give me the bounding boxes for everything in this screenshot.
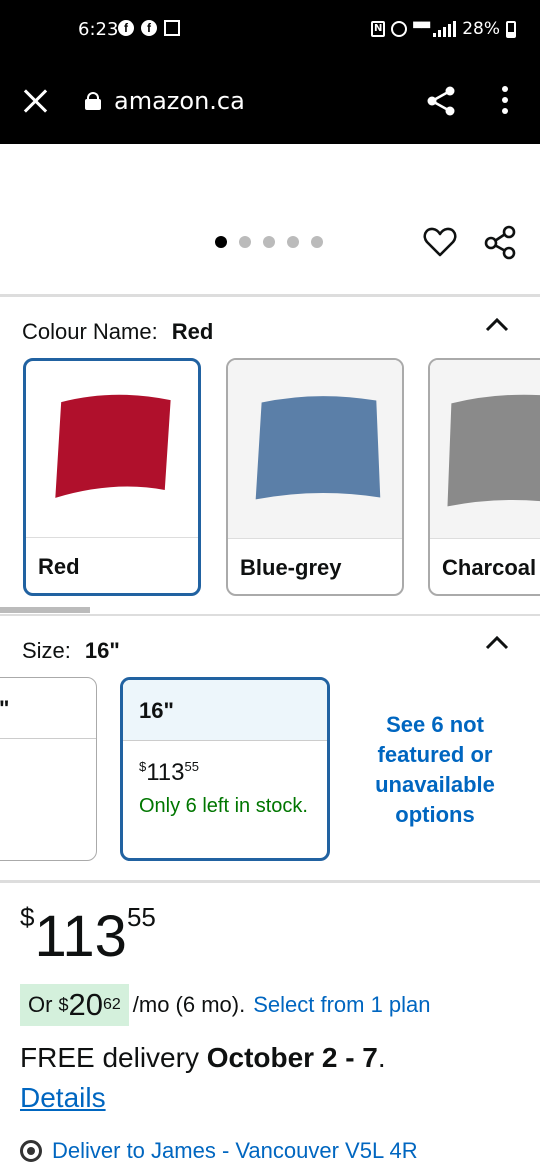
size-selected-value: 16" <box>84 638 120 663</box>
colour-option-label: Charcoal <box>430 538 540 594</box>
status-right-icons: N ▀▀ 28% <box>371 19 516 39</box>
product-image-charcoal <box>430 360 540 538</box>
status-bar: 6:23 f f N ▀▀ 28% <box>0 0 540 60</box>
size-option-previous[interactable]: " <box>0 677 97 861</box>
monthly-payment-row: Or $20 62 /mo (6 mo). Select from 1 plan <box>20 984 431 1026</box>
facebook-icon: f <box>141 20 157 36</box>
amazon-product-page: 6:23 f f N ▀▀ 28% amazon.ca Colour Name:… <box>0 0 540 1170</box>
deliver-to-row[interactable]: Deliver to James - Vancouver V5L 4R <box>20 1138 418 1164</box>
wifi-calling-icon: ▀▀ <box>413 22 431 35</box>
browser-toolbar: amazon.ca <box>0 60 540 144</box>
size-option-title: 16" <box>123 680 327 741</box>
delivery-info: FREE delivery October 2 - 7. <box>20 1042 386 1073</box>
carousel-dot[interactable] <box>239 236 251 248</box>
colour-option-blue-grey[interactable]: Blue-grey <box>226 358 404 596</box>
colour-label-text: Colour Name: <box>22 319 158 344</box>
heart-icon[interactable] <box>423 225 457 259</box>
size-label-text: Size: <box>22 638 71 663</box>
colour-option-label: Blue-grey <box>228 538 402 594</box>
product-price: $11355 <box>20 902 156 969</box>
carousel-dot[interactable] <box>287 236 299 248</box>
chevron-up-icon[interactable] <box>485 318 509 332</box>
status-time: 6:23 <box>78 19 119 40</box>
deliver-to-text[interactable]: Deliver to James - Vancouver V5L 4R <box>52 1138 418 1164</box>
colour-option-label: Red <box>26 537 198 593</box>
size-option-price: $11355 <box>139 759 199 786</box>
facebook-icon: f <box>118 20 134 36</box>
size-option-16[interactable]: 16" $11355 Only 6 left in stock. <box>120 677 330 861</box>
horizontal-scroll-indicator <box>0 607 90 613</box>
colour-option-red[interactable]: Red <box>23 358 201 596</box>
monthly-payment-badge: Or $20 62 <box>20 984 129 1026</box>
colour-selected-value: Red <box>171 319 214 344</box>
divider <box>0 294 540 297</box>
colour-name-label: Colour Name: Red <box>22 319 213 345</box>
chevron-up-icon[interactable] <box>485 636 509 650</box>
divider <box>0 880 540 883</box>
divider <box>0 614 540 616</box>
product-image-red <box>55 394 171 498</box>
carousel-dot[interactable] <box>311 236 323 248</box>
delivery-dates: October 2 - 7 <box>206 1042 378 1073</box>
lock-icon <box>85 92 101 110</box>
more-vert-icon[interactable] <box>494 86 516 116</box>
colour-option-charcoal[interactable]: Charcoal <box>428 358 540 596</box>
nfc-icon: N <box>371 21 386 37</box>
delivery-details-link[interactable]: Details <box>20 1082 106 1114</box>
product-image-blue-grey <box>228 360 402 538</box>
share-icon[interactable] <box>424 84 458 118</box>
close-icon[interactable] <box>22 88 48 114</box>
battery-text: 28% <box>462 19 500 39</box>
carousel-dot[interactable] <box>263 236 275 248</box>
carousel-dot[interactable] <box>215 236 227 248</box>
stock-status: Only 6 left in stock. <box>139 795 308 817</box>
share-icon[interactable] <box>482 224 518 260</box>
location-pin-icon <box>20 1140 42 1162</box>
size-label: Size: 16" <box>22 638 120 664</box>
size-option-title: " <box>0 678 96 739</box>
see-more-options-link[interactable]: See 6 not featured or unavailable option… <box>358 710 512 830</box>
alarm-icon <box>391 21 408 37</box>
monthly-term: /mo (6 mo). <box>132 992 246 1017</box>
battery-icon <box>506 20 516 38</box>
signal-icon <box>433 21 457 37</box>
carousel-dots <box>215 236 323 248</box>
url-text[interactable]: amazon.ca <box>114 87 245 115</box>
select-plan-link[interactable]: Select from 1 plan <box>253 992 430 1018</box>
gallery-icon <box>164 20 180 36</box>
